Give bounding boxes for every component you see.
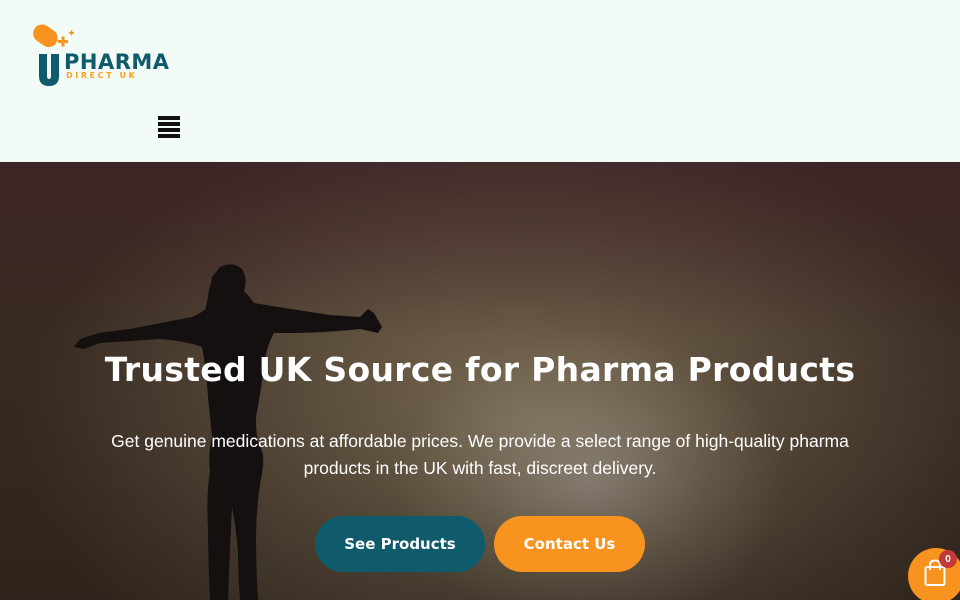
see-products-button[interactable]: See Products [315,516,485,572]
site-logo[interactable]: PHARMA DIRECT UK [26,20,176,88]
hamburger-icon[interactable] [158,116,182,140]
hero-section: Trusted UK Source for Pharma Products Ge… [0,162,960,600]
site-header: PHARMA DIRECT UK [0,0,960,162]
contact-us-button[interactable]: Contact Us [494,516,645,572]
logo-subtext: DIRECT UK [66,71,138,80]
hero-title: Trusted UK Source for Pharma Products [104,350,856,389]
cart-count-badge: 0 [939,550,957,568]
hero-subtitle: Get genuine medications at affordable pr… [111,431,849,478]
